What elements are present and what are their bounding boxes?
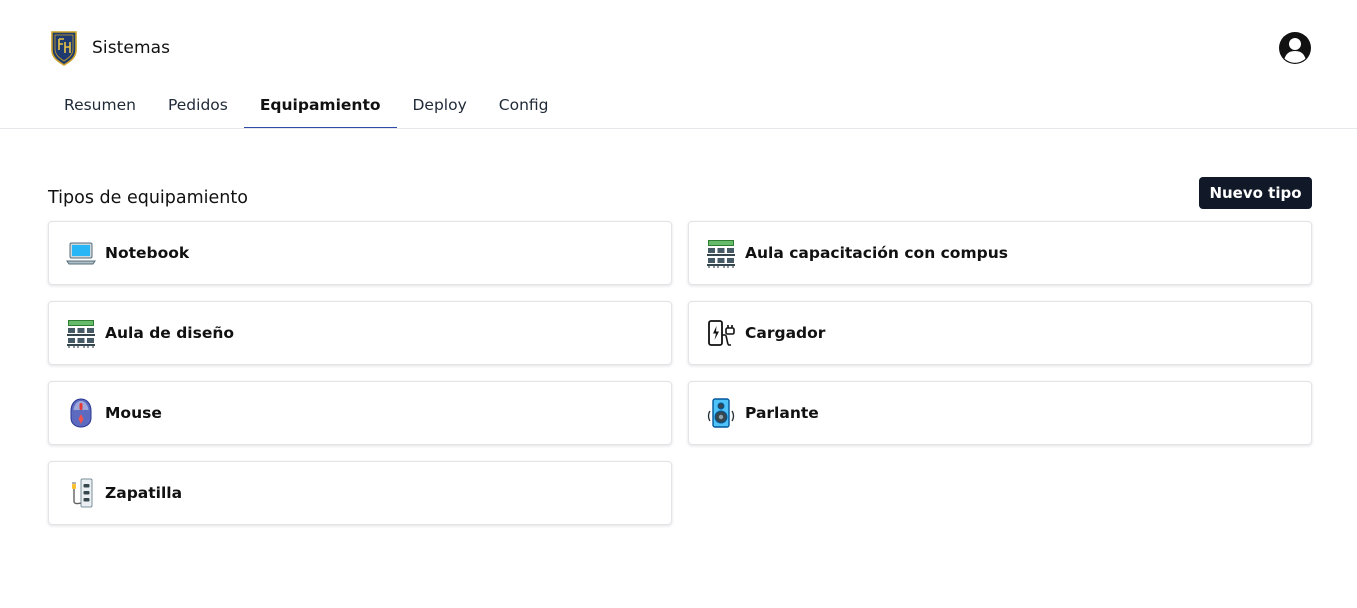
mouse-icon <box>65 397 97 429</box>
tab-resumen[interactable]: Resumen <box>48 82 152 128</box>
classroom-icon <box>705 237 737 269</box>
tab-deploy[interactable]: Deploy <box>397 82 483 128</box>
app-title: Sistemas <box>92 38 171 58</box>
equipment-card-label: Notebook <box>105 244 190 262</box>
classroom-icon <box>65 317 97 349</box>
brand: Sistemas <box>50 30 170 66</box>
equipment-card-zapatilla[interactable]: Zapatilla <box>48 461 672 525</box>
equipment-type-grid: Notebook Aula capacitación con compus Au… <box>48 221 1312 525</box>
user-profile-button[interactable] <box>1278 31 1312 65</box>
laptop-icon <box>65 237 97 269</box>
tab-pedidos[interactable]: Pedidos <box>152 82 244 128</box>
speaker-icon <box>705 397 737 429</box>
equipment-card-parlante[interactable]: Parlante <box>688 381 1312 445</box>
school-crest-icon <box>50 30 78 66</box>
equipment-card-cargador[interactable]: Cargador <box>688 301 1312 365</box>
equipment-card-label: Parlante <box>745 404 819 422</box>
tab-equipamiento[interactable]: Equipamiento <box>243 82 397 128</box>
section-title: Tipos de equipamiento <box>48 188 248 208</box>
power-strip-icon <box>65 477 97 509</box>
equipment-card-mouse[interactable]: Mouse <box>48 381 672 445</box>
charger-icon <box>705 317 737 349</box>
equipment-card-label: Mouse <box>105 404 162 422</box>
equipment-card-notebook[interactable]: Notebook <box>48 221 672 285</box>
top-bar: Sistemas Resumen Pedidos Equipamiento De… <box>0 0 1357 129</box>
tab-config[interactable]: Config <box>483 82 565 128</box>
equipment-card-label: Zapatilla <box>105 484 183 502</box>
equipment-card-aula-diseno[interactable]: Aula de diseño <box>48 301 672 365</box>
equipment-card-label: Aula de diseño <box>105 324 235 342</box>
user-circle-icon <box>1278 31 1312 65</box>
equipment-card-label: Cargador <box>745 324 826 342</box>
main-tabs: Resumen Pedidos Equipamiento Deploy Conf… <box>48 82 565 129</box>
equipment-card-aula-capacitacion[interactable]: Aula capacitación con compus <box>688 221 1312 285</box>
new-type-button[interactable]: Nuevo tipo <box>1199 177 1312 209</box>
equipment-card-label: Aula capacitación con compus <box>745 244 1008 262</box>
